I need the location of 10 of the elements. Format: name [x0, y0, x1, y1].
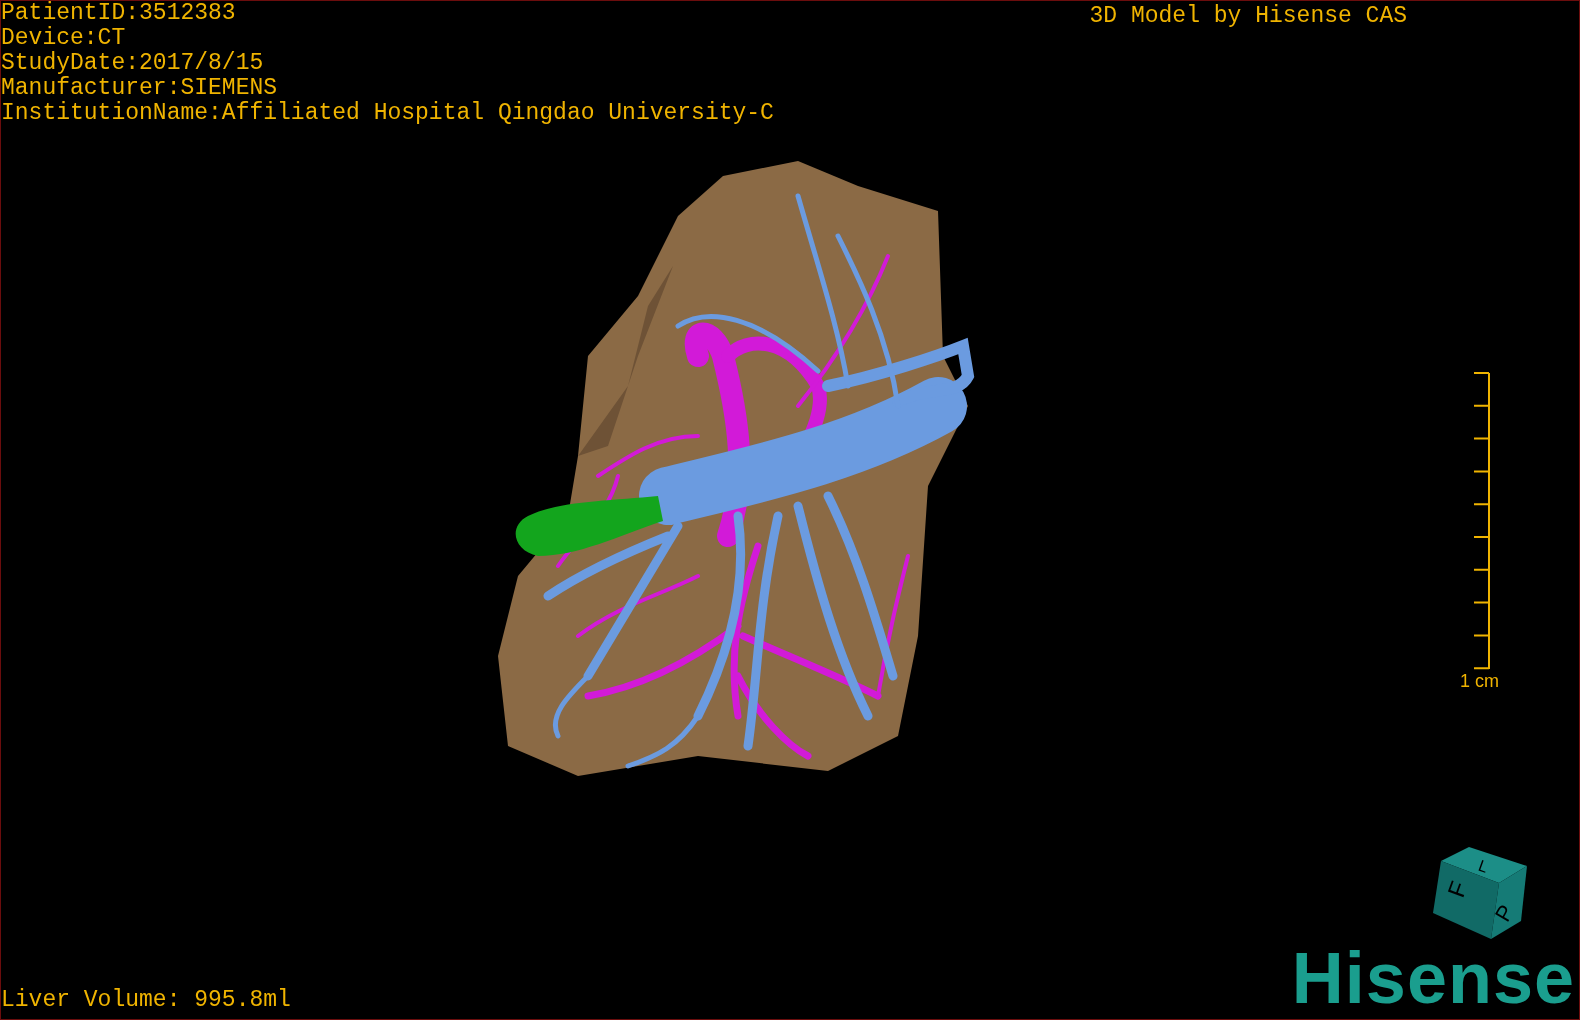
liver-volume: Liver Volume: 995.8ml: [1, 988, 291, 1013]
patient-info-line: InstitutionName:Affiliated Hospital Qingdao University-C: [1, 101, 774, 126]
patient-info-line: Manufacturer:SIEMENS: [1, 76, 279, 101]
scale-ruler-icon: [1473, 371, 1491, 671]
patient-info-line: Device:CT: [1, 26, 127, 51]
model-credit: 3D Model by Hisense CAS: [1089, 4, 1407, 31]
brand-logo: Hisense: [1291, 941, 1575, 1015]
scale-label: 1 cm: [1460, 671, 1499, 691]
patient-info-line: PatientID:3512383: [1, 1, 237, 26]
patient-info-line: StudyDate:2017/8/15: [1, 51, 265, 76]
